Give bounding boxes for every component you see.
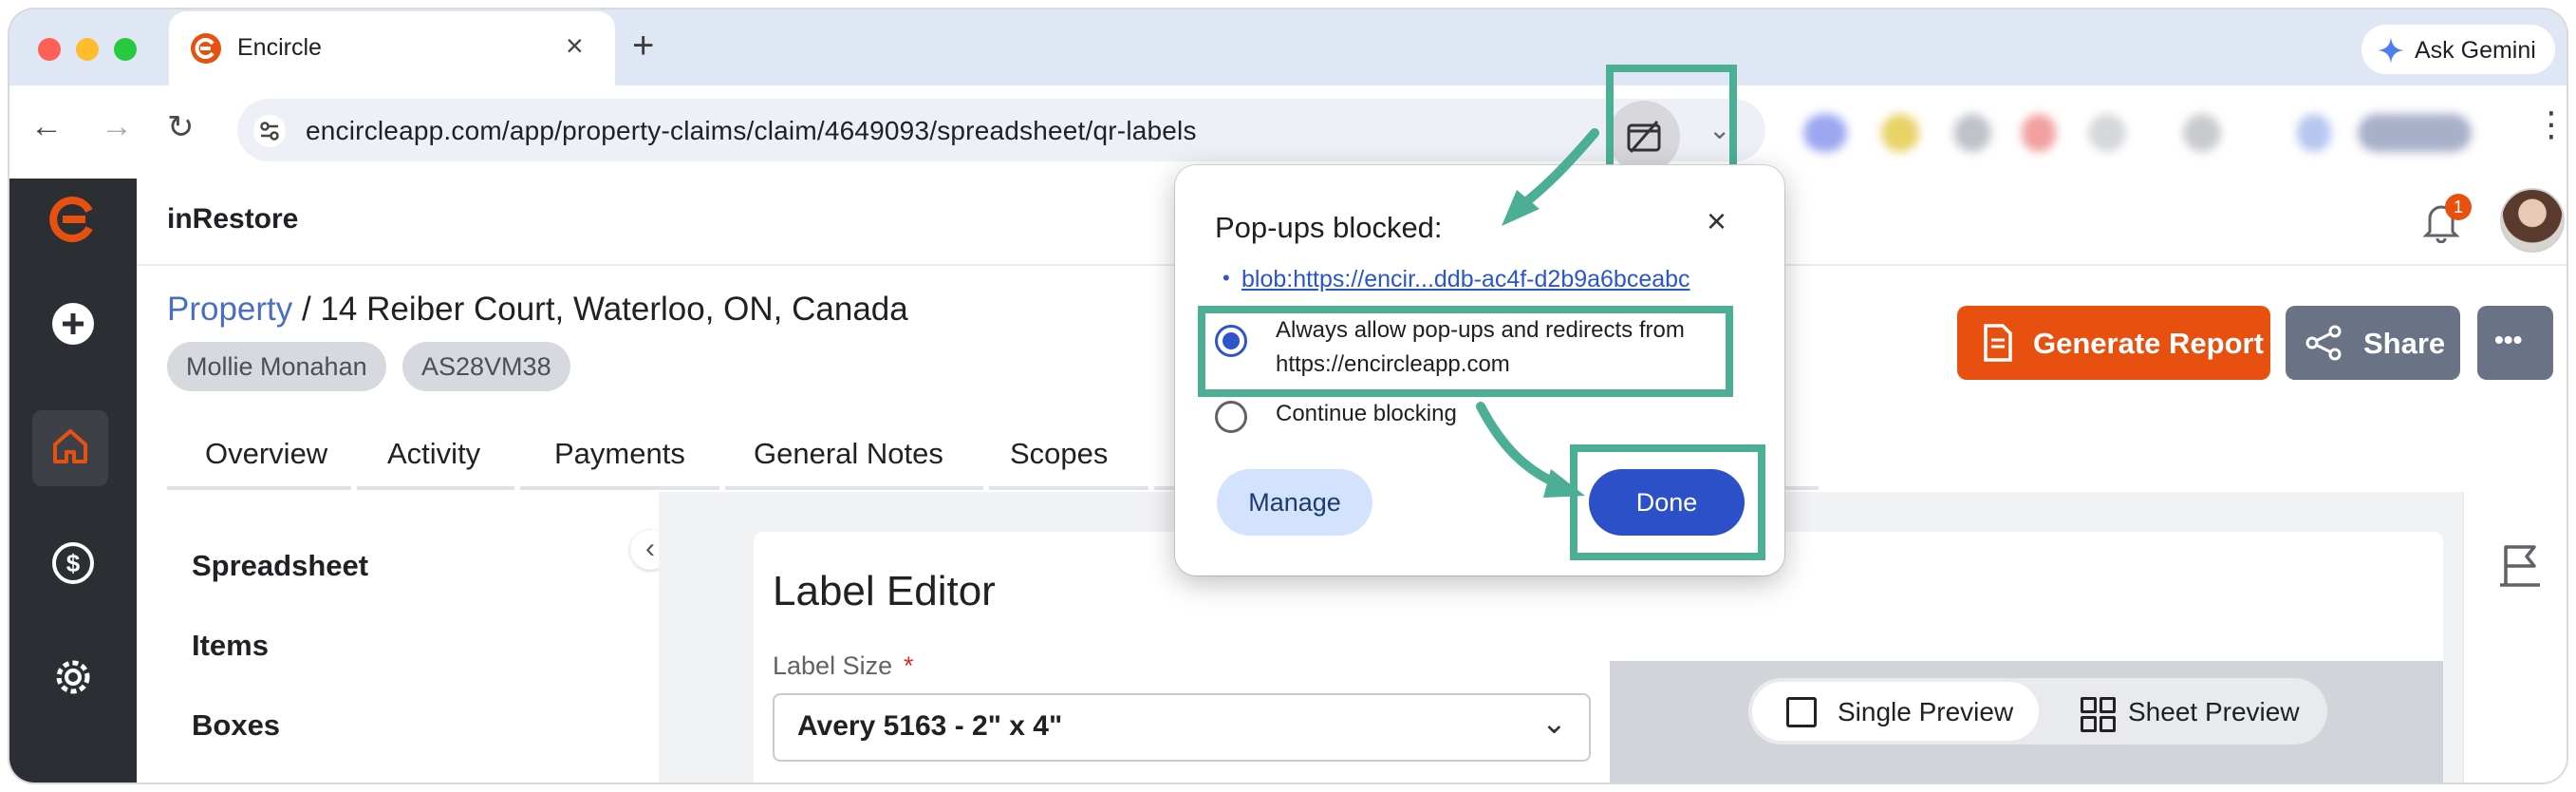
preview-area: Single Preview Sheet Preview xyxy=(1610,661,2443,783)
extension-icon[interactable] xyxy=(1803,114,1847,152)
preview-toggle: Single Preview Sheet Preview xyxy=(1748,678,2327,745)
home-nav-button[interactable] xyxy=(32,410,108,486)
close-window-button[interactable] xyxy=(38,38,61,61)
dollar-icon[interactable]: $ xyxy=(51,541,95,585)
sidebar-item-items[interactable]: Items xyxy=(192,629,269,663)
spreadsheet-sidebar: Spreadsheet Items Boxes ‹ xyxy=(137,492,670,783)
grid-icon xyxy=(2081,697,2117,733)
single-preview-option[interactable]: Single Preview xyxy=(1752,682,2039,741)
tab-payments[interactable]: Payments xyxy=(554,437,685,471)
browser-window: Encircle × + Ask Gemini ← → ↻ encircleap… xyxy=(9,9,2567,783)
tab-underline xyxy=(167,486,351,490)
tab-underline xyxy=(725,486,983,490)
site-settings-icon[interactable] xyxy=(252,114,287,148)
tab-title: Encircle xyxy=(237,34,322,61)
label-size-value: Avery 5163 - 2" x 4" xyxy=(797,710,1063,742)
breadcrumb: Property / 14 Reiber Court, Waterloo, ON… xyxy=(167,291,908,329)
reload-icon[interactable]: ↻ xyxy=(167,108,195,146)
assignee-chip: Mollie Monahan xyxy=(167,342,386,391)
gemini-sparkle-icon xyxy=(2378,37,2404,64)
svg-text:$: $ xyxy=(66,549,81,577)
report-icon xyxy=(1984,324,2012,362)
extension-icon[interactable] xyxy=(1881,114,1919,152)
sheet-preview-label[interactable]: Sheet Preview xyxy=(2128,697,2300,727)
extension-icon[interactable] xyxy=(2183,114,2221,152)
sidebar-item-spreadsheet[interactable]: Spreadsheet xyxy=(192,549,368,583)
minimize-window-button[interactable] xyxy=(76,38,99,61)
extension-icon[interactable] xyxy=(1953,114,1991,152)
manage-button[interactable]: Manage xyxy=(1217,469,1372,536)
company-name: inRestore xyxy=(167,203,299,235)
tab-activity[interactable]: Activity xyxy=(387,437,480,471)
notification-badge: 1 xyxy=(2445,194,2472,220)
breadcrumb-separator: / xyxy=(292,291,321,328)
tab-underline xyxy=(520,486,719,490)
generate-report-button[interactable]: Generate Report xyxy=(1957,306,2270,380)
claim-id-chip: AS28VM38 xyxy=(402,342,570,391)
allow-option-highlight xyxy=(1198,306,1733,397)
single-preview-label: Single Preview xyxy=(1838,697,2014,726)
profile-chip[interactable] xyxy=(2358,114,2472,152)
ask-gemini-label: Ask Gemini xyxy=(2415,37,2536,64)
close-icon[interactable]: × xyxy=(1707,201,1727,241)
generate-report-label: Generate Report xyxy=(2033,327,2264,360)
more-icon: ••• xyxy=(2494,325,2523,354)
encircle-logo-icon[interactable] xyxy=(46,192,101,247)
extension-icon[interactable] xyxy=(2022,114,2056,152)
add-icon[interactable] xyxy=(51,302,95,346)
extension-icon[interactable] xyxy=(2088,114,2126,152)
more-actions-button[interactable]: ••• xyxy=(2477,306,2553,380)
tab-close-icon[interactable]: × xyxy=(566,28,584,64)
ask-gemini-button[interactable]: Ask Gemini xyxy=(2361,25,2555,74)
label-size-select[interactable]: Avery 5163 - 2" x 4" ⌄ xyxy=(773,693,1591,762)
share-label: Share xyxy=(2363,327,2446,360)
arrow-to-dialog-title-icon xyxy=(1502,128,1599,226)
url-text: encircleapp.com/app/property-claims/clai… xyxy=(306,116,1197,145)
label-editor-title: Label Editor xyxy=(773,568,996,614)
chevron-down-icon: ⌄ xyxy=(1541,706,1567,740)
user-avatar[interactable] xyxy=(2500,188,2565,253)
required-marker: * xyxy=(904,651,914,680)
right-rail xyxy=(2462,492,2567,783)
encircle-favicon-icon xyxy=(191,33,221,64)
extension-icon[interactable] xyxy=(2297,114,2331,152)
share-icon xyxy=(2305,325,2342,361)
new-tab-button[interactable]: + xyxy=(632,25,654,67)
bullet-icon: • xyxy=(1223,266,1230,290)
back-arrow-icon[interactable]: ← xyxy=(30,108,63,145)
browser-menu-icon[interactable]: ⋮ xyxy=(2534,104,2567,144)
arrow-to-done-button-icon xyxy=(1476,402,1585,498)
property-address: 14 Reiber Court, Waterloo, ON, Canada xyxy=(320,291,908,328)
app-left-rail: $ xyxy=(9,179,137,783)
forward-arrow-icon[interactable]: → xyxy=(101,108,133,145)
share-button[interactable]: Share xyxy=(2286,306,2460,380)
tab-scopes[interactable]: Scopes xyxy=(1010,437,1108,471)
browser-tab[interactable]: Encircle × xyxy=(169,11,615,85)
maximize-window-button[interactable] xyxy=(114,38,137,61)
tab-underline xyxy=(357,486,514,490)
tab-underline xyxy=(989,486,1148,490)
home-icon xyxy=(53,429,87,463)
flag-icon[interactable] xyxy=(2498,541,2542,589)
continue-blocking-label[interactable]: Continue blocking xyxy=(1276,397,1457,431)
dialog-title: Pop-ups blocked: xyxy=(1215,211,1443,244)
label-size-label: Label Size xyxy=(773,651,893,680)
breadcrumb-property-link[interactable]: Property xyxy=(167,291,292,328)
settings-gear-icon[interactable] xyxy=(49,653,97,701)
tab-strip: Encircle × + Ask Gemini xyxy=(9,9,2567,85)
sidebar-item-boxes[interactable]: Boxes xyxy=(192,708,280,743)
continue-blocking-radio[interactable] xyxy=(1215,401,1247,433)
tab-overview[interactable]: Overview xyxy=(205,437,327,471)
square-icon xyxy=(1786,697,1817,727)
tab-general-notes[interactable]: General Notes xyxy=(754,437,943,471)
